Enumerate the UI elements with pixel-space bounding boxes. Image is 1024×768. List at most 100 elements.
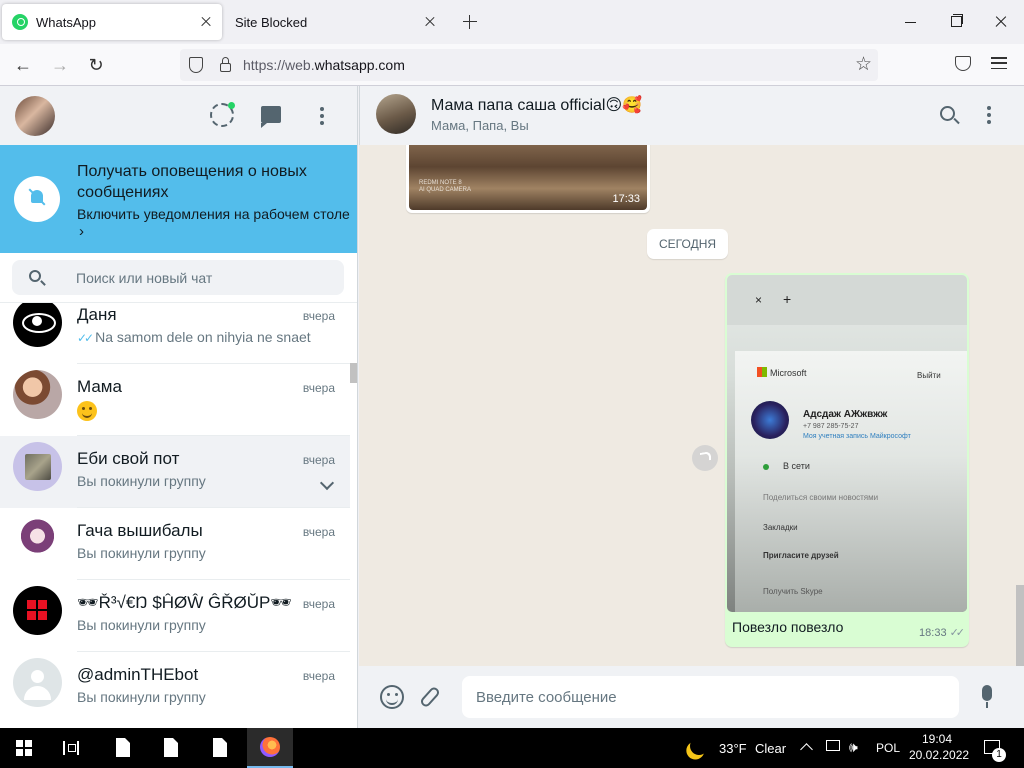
file-icon[interactable]	[164, 738, 178, 757]
forward-icon[interactable]	[692, 445, 718, 471]
volume-icon[interactable]: 🕪	[849, 739, 858, 756]
message-caption: Повезло повезло	[732, 619, 844, 635]
file-icon[interactable]	[116, 738, 130, 757]
conversation-header[interactable]: Мама папа саша official🙃🥰 Мама, Папа, Вы	[359, 86, 1024, 145]
address-bar[interactable]: https://web.whatsapp.com ☆	[180, 49, 878, 81]
whatsapp-icon	[12, 14, 28, 30]
back-arrow-icon[interactable]: ←	[12, 54, 34, 76]
avatar	[13, 586, 62, 635]
microphone-icon[interactable]	[982, 685, 992, 708]
tab-title: Site Blocked	[235, 14, 308, 30]
chat-time: вчера	[302, 381, 335, 395]
sidebar-scrollbar[interactable]	[350, 363, 357, 383]
hamburger-menu-icon[interactable]	[991, 57, 1007, 71]
chevron-up-icon[interactable]	[800, 743, 813, 756]
conversation-scrollbar[interactable]	[1016, 585, 1024, 666]
conversation-pane: Мама папа саша official🙃🥰 Мама, Папа, Вы…	[359, 86, 1024, 728]
enable-notifications-link[interactable]: Включить уведомления на рабочем столе	[77, 205, 352, 224]
new-chat-icon[interactable]	[261, 106, 281, 128]
message-input[interactable]	[462, 676, 959, 718]
language-indicator[interactable]: POL	[876, 741, 900, 755]
clock[interactable]: 19:04 20.02.2022	[909, 731, 970, 763]
chat-item-danya[interactable]: Даня вчера ✓✓ Na samom dele on nihyia ne …	[0, 303, 350, 364]
chevron-down-icon[interactable]	[319, 475, 335, 491]
whatsapp-app: Получать оповещения о новых сообщениях В…	[0, 86, 1024, 728]
emoji-icon[interactable]	[380, 685, 404, 709]
firefox-taskbar-button[interactable]	[247, 728, 293, 768]
bookmark-star-icon[interactable]: ☆	[855, 53, 872, 76]
chat-time: вчера	[302, 309, 335, 323]
close-tab-icon[interactable]	[196, 12, 216, 32]
file-icon[interactable]	[213, 738, 227, 757]
clock-time: 19:04	[921, 732, 953, 746]
avatar[interactable]	[15, 96, 55, 136]
firefox-icon	[260, 737, 280, 757]
window-close-icon[interactable]	[989, 10, 1013, 34]
task-view-icon[interactable]	[63, 741, 79, 755]
photo-row: Закладки	[763, 523, 798, 532]
minimize-icon[interactable]	[899, 10, 923, 34]
photo-account-link: Моя учетная запись Майкрософт	[803, 433, 911, 440]
chat-list: Даня вчера ✓✓ Na samom dele on nihyia ne …	[0, 303, 350, 728]
forward-arrow-icon[interactable]: →	[49, 54, 71, 76]
pocket-icon[interactable]	[955, 56, 971, 71]
avatar	[13, 370, 62, 419]
chat-name: Гача вышибалы	[77, 521, 203, 540]
message-bubble-image[interactable]: REDMI NOTE 8 AI QUAD CAMERA 17:33	[406, 145, 650, 213]
weather-description[interactable]: Clear	[755, 741, 786, 756]
message-time: 18:33 ✓✓	[919, 627, 965, 639]
chat-time: вчера	[302, 453, 335, 467]
chat-preview: Вы покинули группу	[77, 617, 206, 633]
photo-avatar	[751, 401, 789, 439]
tab-site-blocked[interactable]: Site Blocked	[224, 4, 446, 40]
weather-temperature[interactable]: 33°F	[719, 741, 747, 756]
conversation-title[interactable]: Мама папа саша official🙃🥰	[431, 95, 642, 115]
photo-row: Получить Skype	[763, 587, 823, 596]
search-icon[interactable]	[940, 106, 955, 121]
status-icon[interactable]	[210, 102, 235, 127]
avatar	[13, 303, 62, 347]
reload-icon[interactable]: ↻	[85, 54, 107, 76]
notification-count-badge: 1	[992, 748, 1006, 762]
search-input[interactable]	[76, 260, 336, 295]
read-ticks-icon: ✓✓	[77, 331, 94, 345]
attach-icon[interactable]	[418, 685, 442, 709]
clock-date: 20.02.2022	[909, 748, 970, 762]
lock-icon[interactable]	[220, 57, 231, 72]
avatar[interactable]	[376, 94, 416, 134]
notification-banner[interactable]: Получать оповещения о новых сообщениях В…	[0, 145, 357, 253]
restore-icon[interactable]	[944, 10, 968, 34]
message-photo[interactable]: × + Microsoft Выйти Адсдаж АЖжвжж +7 987…	[727, 275, 967, 612]
chat-item-mama[interactable]: Мама вчера	[0, 364, 350, 436]
chat-time: вчера	[302, 669, 335, 683]
photo-account-phone: +7 987 285-75-27	[803, 423, 859, 430]
chat-item-gacha[interactable]: Гача вышибалы вчера Вы покинули группу	[0, 508, 350, 580]
photo-account-name: Адсдаж АЖжвжж	[803, 409, 888, 420]
chat-item-adminthebot[interactable]: @adminTHEbot вчера Вы покинули группу	[0, 652, 350, 724]
message-image[interactable]: REDMI NOTE 8 AI QUAD CAMERA 17:33	[409, 145, 647, 210]
chat-item-raven-show[interactable]: 🕶Ř³√€Ŋ $ĤØŴ ĜŘØŬP🕶 вчера Вы покинули гру…	[0, 580, 350, 652]
photo-tab-close: ×	[755, 293, 763, 307]
chat-item-group[interactable]: Еби свой пот вчера Вы покинули группу	[0, 436, 350, 508]
chat-preview: Вы покинули группу	[77, 473, 206, 489]
url-text[interactable]: https://web.whatsapp.com	[243, 57, 405, 73]
more-options-icon[interactable]	[320, 107, 324, 125]
network-icon[interactable]	[826, 740, 840, 751]
tab-whatsapp[interactable]: WhatsApp	[2, 4, 222, 40]
photo-tab-plus: +	[783, 291, 792, 307]
conversation-members: Мама, Папа, Вы	[431, 118, 529, 133]
new-tab-icon[interactable]	[460, 12, 480, 32]
chat-preview: ✓✓ Na samom dele on nihyia ne snaet	[77, 329, 311, 345]
more-options-icon[interactable]	[987, 106, 991, 124]
moon-weather-icon[interactable]	[687, 734, 710, 757]
shield-icon[interactable]	[189, 57, 203, 73]
avatar	[13, 658, 62, 707]
taskbar: 33°F Clear 🕪 POL 19:04 20.02.2022 1	[0, 728, 1024, 768]
close-tab-icon[interactable]	[420, 12, 440, 32]
search-icon[interactable]	[29, 270, 41, 282]
photo-brand: Microsoft	[757, 367, 807, 378]
sidebar: Получать оповещения о новых сообщениях В…	[0, 86, 358, 728]
message-bubble-outgoing[interactable]: × + Microsoft Выйти Адсдаж АЖжвжж +7 987…	[725, 273, 969, 647]
chat-name: 🕶Ř³√€Ŋ $ĤØŴ ĜŘØŬP🕶	[77, 593, 292, 612]
windows-start-icon[interactable]	[16, 740, 32, 756]
